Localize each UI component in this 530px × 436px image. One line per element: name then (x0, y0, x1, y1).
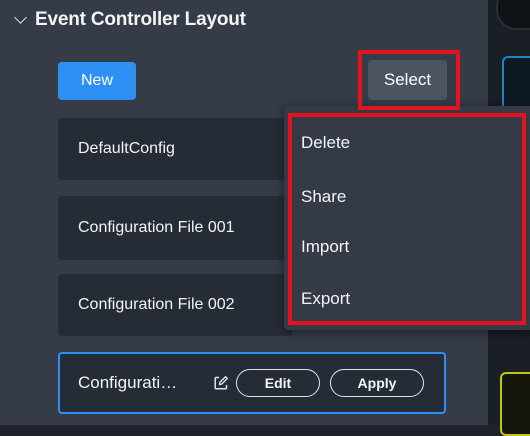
edit-pencil-icon-glyph (214, 376, 228, 390)
config-item-label: DefaultConfig (78, 140, 175, 157)
edit-button[interactable]: Edit (236, 369, 320, 397)
config-item-label: Configuration File 002 (78, 296, 235, 313)
new-button[interactable]: New (58, 62, 136, 100)
highlight-box-menu (288, 113, 526, 325)
config-item-label: Configuration File 001 (78, 219, 235, 236)
controller-button-graphic (500, 372, 530, 436)
edit-pencil-icon[interactable] (212, 374, 230, 392)
config-item-default[interactable]: DefaultConfig (58, 118, 292, 180)
panel-title: Event Controller Layout (35, 9, 246, 30)
config-item-label: Configurati… (78, 373, 178, 392)
config-item-002[interactable]: Configuration File 002 (58, 274, 292, 336)
config-item-001[interactable]: Configuration File 001 (58, 196, 292, 260)
panel-header[interactable]: Event Controller Layout (12, 9, 246, 31)
config-item-active[interactable]: Configurati… Edit Apply (58, 352, 446, 414)
highlight-box-select (358, 50, 460, 110)
apply-button[interactable]: Apply (330, 369, 424, 397)
chevron-down-icon[interactable] (14, 11, 27, 24)
